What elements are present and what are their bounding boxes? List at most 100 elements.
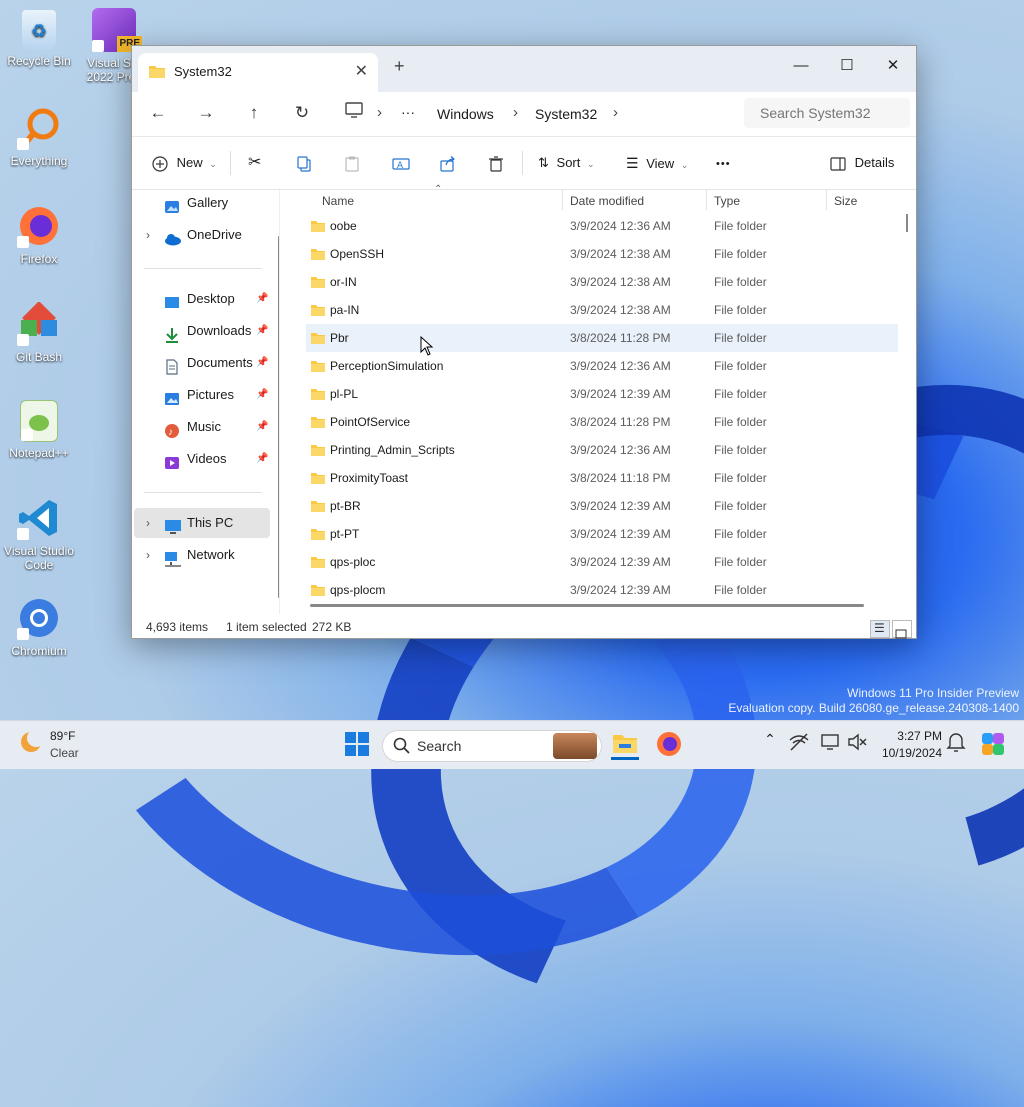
desktop-icon-firefox[interactable]: Firefox — [1, 204, 77, 266]
chevron-right-icon[interactable]: › — [146, 540, 150, 570]
volume-muted-icon[interactable] — [846, 731, 874, 759]
rename-button[interactable]: A — [392, 151, 410, 175]
nav-item-onedrive[interactable]: › OneDrive — [134, 220, 270, 250]
column-divider[interactable] — [706, 190, 707, 210]
share-button[interactable] — [440, 151, 456, 175]
pin-icon[interactable]: 📌 — [256, 380, 268, 410]
nav-item-network[interactable]: › Network — [134, 540, 270, 570]
view-button[interactable]: ☰ View ⌄ — [626, 151, 688, 175]
cut-button[interactable]: ✂ — [248, 151, 261, 175]
file-list-horizontal-scrollbar[interactable] — [310, 604, 864, 607]
nav-item-desktop[interactable]: Desktop 📌 — [134, 284, 270, 314]
chevron-right-icon[interactable]: › — [513, 104, 518, 121]
table-row[interactable]: or-IN 3/9/2024 12:38 AM File folder — [306, 268, 898, 296]
details-view-toggle[interactable]: ☰ — [870, 620, 890, 638]
copilot-preview-icon[interactable] — [980, 731, 1008, 759]
nav-item-downloads[interactable]: Downloads 📌 — [134, 316, 270, 346]
nav-item-music[interactable]: ♪ Music 📌 — [134, 412, 270, 442]
weather-condition[interactable]: Clear — [50, 746, 79, 760]
table-row[interactable]: pa-IN 3/9/2024 12:38 AM File folder — [306, 296, 898, 324]
chevron-right-icon[interactable]: › — [377, 104, 382, 121]
up-button[interactable]: ↑ — [242, 102, 266, 126]
start-button[interactable] — [344, 731, 372, 759]
tab-system32[interactable]: System32 ✕ — [138, 53, 378, 92]
nav-item-gallery[interactable]: Gallery — [134, 188, 270, 218]
table-row[interactable]: ProximityToast 3/8/2024 11:18 PM File fold… — [306, 464, 898, 492]
chevron-right-icon[interactable]: › — [146, 508, 150, 538]
folder-icon — [310, 443, 326, 460]
file-date-modified: 3/9/2024 12:38 AM — [570, 247, 671, 261]
table-row[interactable]: PerceptionSimulation 3/9/2024 12:36 AM Fil… — [306, 352, 898, 380]
nav-item-documents[interactable]: Documents 📌 — [134, 348, 270, 378]
desktop-icon-git-bash[interactable]: Git Bash — [1, 301, 77, 364]
new-tab-button[interactable]: + — [394, 56, 405, 77]
close-tab-icon[interactable]: ✕ — [355, 61, 368, 81]
table-row[interactable]: PointOfService 3/8/2024 11:28 PM File fold… — [306, 408, 898, 436]
delete-button[interactable] — [488, 151, 504, 175]
nav-item-videos[interactable]: Videos 📌 — [134, 444, 270, 474]
taskbar-firefox[interactable] — [656, 731, 684, 759]
search-box[interactable] — [744, 98, 912, 128]
table-row[interactable]: pt-PT 3/9/2024 12:39 AM File folder — [306, 520, 898, 548]
show-hidden-icons-chevron-up-icon[interactable]: ⌃ — [756, 731, 784, 759]
chevron-right-icon[interactable]: › — [613, 104, 618, 121]
network-disconnected-icon[interactable] — [788, 731, 816, 759]
column-divider[interactable] — [826, 190, 827, 210]
weather-moon-icon[interactable] — [18, 729, 45, 758]
table-row[interactable]: pl-PL 3/9/2024 12:39 AM File folder — [306, 380, 898, 408]
column-header-type[interactable]: Type — [714, 194, 740, 208]
pin-icon[interactable]: 📌 — [256, 444, 268, 474]
search-input[interactable] — [744, 98, 912, 128]
table-row[interactable]: oobe 3/9/2024 12:36 AM File folder — [306, 212, 898, 240]
taskbar-file-explorer[interactable] — [611, 731, 639, 760]
column-header-name[interactable]: Name — [322, 194, 354, 208]
pin-icon[interactable]: 📌 — [256, 412, 268, 442]
sort-button[interactable]: ⇅ Sort ⌄ — [538, 151, 595, 175]
pane-splitter[interactable] — [279, 188, 280, 614]
pin-icon[interactable]: 📌 — [256, 316, 268, 346]
desktop-icon-recycle-bin[interactable]: ♻ Recycle Bin — [1, 10, 77, 68]
desktop-icon-vscode[interactable]: Visual Studio Code — [1, 496, 77, 572]
new-button[interactable]: New ⌄ — [152, 151, 217, 175]
table-row[interactable]: qps-plocm 3/9/2024 12:39 AM File folder — [306, 576, 898, 604]
more-locations-icon[interactable]: ··· — [401, 104, 415, 120]
clock-time[interactable]: 3:27 PM — [872, 729, 942, 743]
table-row[interactable]: Printing_Admin_Scripts 3/9/2024 12:36 AM F… — [306, 436, 898, 464]
details-pane-button[interactable]: Details — [830, 151, 894, 175]
file-list-vertical-scrollbar[interactable] — [906, 214, 908, 232]
weather-temperature[interactable]: 89°F — [50, 729, 75, 743]
see-more-button[interactable]: ••• — [716, 151, 731, 175]
desktop-icon — [164, 292, 180, 308]
desktop-icon-everything[interactable]: Everything — [1, 106, 77, 168]
nav-item-pictures[interactable]: Pictures 📌 — [134, 380, 270, 410]
refresh-button[interactable]: ↻ — [290, 102, 314, 126]
forward-button[interactable]: → — [194, 102, 218, 126]
nav-item-this-pc[interactable]: › This PC — [134, 508, 270, 538]
column-header-size[interactable]: Size — [834, 194, 857, 208]
copy-button[interactable] — [296, 151, 312, 175]
breadcrumb-system32[interactable]: System32 — [535, 106, 597, 122]
table-row[interactable]: Pbr 3/8/2024 11:28 PM File folder — [306, 324, 898, 352]
pin-icon[interactable]: 📌 — [256, 348, 268, 378]
column-divider[interactable] — [562, 190, 563, 210]
column-header-date-modified[interactable]: Date modified — [570, 194, 644, 208]
navigation-bar: ← → ↑ ↻ › ··· Windows › System32 › — [132, 92, 916, 137]
back-button[interactable]: ← — [146, 102, 170, 126]
minimize-button[interactable]: — — [778, 52, 824, 82]
desktop-icon-chromium[interactable]: Chromium — [1, 596, 77, 658]
table-row[interactable]: qps-ploc 3/9/2024 12:39 AM File folder — [306, 548, 898, 576]
display-icon[interactable] — [820, 731, 848, 759]
breadcrumb-windows[interactable]: Windows — [437, 106, 494, 122]
table-row[interactable]: OpenSSH 3/9/2024 12:38 AM File folder — [306, 240, 898, 268]
paste-button[interactable] — [344, 151, 360, 175]
table-row[interactable]: pt-BR 3/9/2024 12:39 AM File folder — [306, 492, 898, 520]
desktop-icon-notepad-plus-plus[interactable]: Notepad++ — [1, 400, 77, 460]
taskbar-search[interactable]: Search — [382, 730, 602, 762]
close-window-button[interactable]: ✕ — [870, 52, 916, 82]
chevron-right-icon[interactable]: › — [146, 220, 150, 250]
notification-bell-icon[interactable] — [946, 731, 974, 759]
clock-date[interactable]: 10/19/2024 — [872, 746, 942, 760]
pin-icon[interactable]: 📌 — [256, 284, 268, 314]
maximize-button[interactable]: ☐ — [824, 52, 870, 82]
large-icons-view-toggle[interactable] — [892, 620, 912, 639]
